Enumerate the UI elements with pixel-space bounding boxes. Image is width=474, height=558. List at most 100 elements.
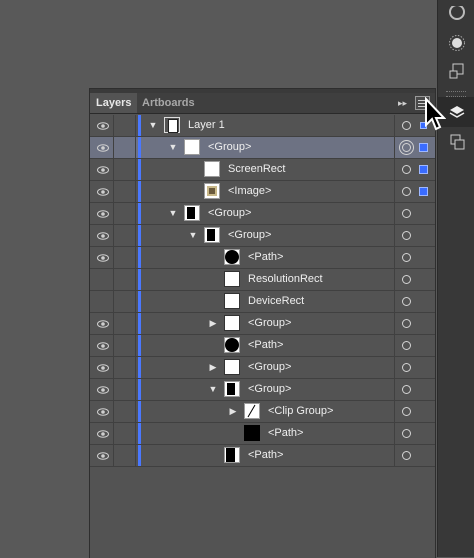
visibility-eye-icon[interactable]	[92, 445, 114, 466]
target-circle-icon[interactable]	[402, 363, 411, 372]
layer-row[interactable]: <Path>	[90, 445, 435, 467]
target-circle-icon[interactable]	[402, 231, 411, 240]
layer-row[interactable]: ▼ <Group>	[90, 379, 435, 401]
lock-toggle[interactable]	[114, 445, 136, 466]
layer-name[interactable]: <Group>	[208, 203, 251, 224]
expanded-arrow-icon[interactable]: ▼	[187, 225, 199, 246]
lock-toggle[interactable]	[114, 181, 136, 202]
expanded-arrow-icon[interactable]: ▼	[147, 115, 159, 136]
collapsed-arrow-icon[interactable]: ▶	[207, 313, 219, 334]
lock-toggle[interactable]	[114, 401, 136, 422]
lock-toggle[interactable]	[114, 203, 136, 224]
target-circle-icon[interactable]	[402, 253, 411, 262]
target-circle-icon[interactable]	[402, 275, 411, 284]
target-circle-icon[interactable]	[402, 319, 411, 328]
target-circle-icon[interactable]	[402, 451, 411, 460]
tab-artboards[interactable]: Artboards	[136, 93, 201, 113]
lock-toggle[interactable]	[114, 379, 136, 400]
layer-row[interactable]: <Image>	[90, 181, 435, 203]
visibility-eye-icon[interactable]	[92, 313, 114, 334]
visibility-eye-icon[interactable]	[92, 159, 114, 180]
collapsed-arrow-icon[interactable]: ▶	[207, 357, 219, 378]
layer-name[interactable]: Layer 1	[188, 115, 225, 136]
target-circle-icon[interactable]	[402, 429, 411, 438]
layer-row[interactable]: ▼ Layer 1	[90, 115, 435, 137]
layer-row[interactable]: ▶ <Group>	[90, 313, 435, 335]
layer-row[interactable]: ▼ <Group>	[90, 137, 435, 159]
layer-row[interactable]: ▶ <Clip Group>	[90, 401, 435, 423]
layer-row[interactable]: ResolutionRect	[90, 269, 435, 291]
expanded-arrow-icon[interactable]: ▼	[167, 137, 179, 158]
selection-indicator[interactable]	[419, 143, 428, 152]
layer-name[interactable]: DeviceRect	[248, 291, 304, 312]
target-circle-icon[interactable]	[402, 121, 411, 130]
layer-row[interactable]: <Path>	[90, 247, 435, 269]
visibility-eye-icon[interactable]	[92, 423, 114, 444]
visibility-toggle-empty[interactable]	[92, 291, 114, 312]
expanded-arrow-icon[interactable]: ▼	[207, 379, 219, 400]
layer-row[interactable]: <Path>	[90, 423, 435, 445]
tab-layers[interactable]: Layers	[90, 93, 138, 113]
layer-row[interactable]: DeviceRect	[90, 291, 435, 313]
layer-color-bar	[138, 291, 141, 312]
lock-toggle[interactable]	[114, 225, 136, 246]
visibility-eye-icon[interactable]	[92, 379, 114, 400]
visibility-eye-icon[interactable]	[92, 115, 114, 136]
target-circle-icon[interactable]	[402, 297, 411, 306]
visibility-eye-icon[interactable]	[92, 357, 114, 378]
layer-name[interactable]: <Path>	[268, 423, 303, 444]
lock-toggle[interactable]	[114, 423, 136, 444]
lock-toggle[interactable]	[114, 159, 136, 180]
target-circle-icon[interactable]	[402, 165, 411, 174]
visibility-eye-icon[interactable]	[92, 335, 114, 356]
visibility-eye-icon[interactable]	[92, 203, 114, 224]
layer-row[interactable]: ScreenRect	[90, 159, 435, 181]
layer-row[interactable]: ▼ <Group>	[90, 203, 435, 225]
lock-toggle[interactable]	[114, 313, 136, 334]
layer-name[interactable]: <Group>	[248, 313, 291, 334]
layer-color-bar	[138, 269, 141, 290]
layer-name[interactable]: <Path>	[248, 247, 283, 268]
layer-name[interactable]: ScreenRect	[228, 159, 285, 180]
lock-toggle[interactable]	[114, 357, 136, 378]
lock-toggle[interactable]	[114, 269, 136, 290]
layer-name[interactable]: <Group>	[208, 137, 251, 158]
layer-name[interactable]: <Group>	[248, 357, 291, 378]
layer-thumbnail	[224, 359, 240, 375]
target-circle-icon[interactable]	[402, 209, 411, 218]
collapsed-arrow-icon[interactable]: ▶	[227, 401, 239, 422]
layer-name[interactable]: <Path>	[248, 335, 283, 356]
layer-row[interactable]: <Path>	[90, 335, 435, 357]
brightness-icon[interactable]	[438, 28, 474, 58]
layer-name[interactable]: <Image>	[228, 181, 271, 202]
layer-name[interactable]: <Group>	[228, 225, 271, 246]
selection-indicator[interactable]	[419, 187, 428, 196]
expanded-arrow-icon[interactable]: ▼	[167, 203, 179, 224]
collapse-panel-icon[interactable]: ▸▸	[398, 93, 407, 113]
target-circle-icon[interactable]	[402, 187, 411, 196]
target-circle-icon[interactable]	[399, 140, 414, 155]
lock-toggle[interactable]	[114, 291, 136, 312]
visibility-toggle-empty[interactable]	[92, 269, 114, 290]
visibility-eye-icon[interactable]	[92, 181, 114, 202]
lock-toggle[interactable]	[114, 335, 136, 356]
lock-toggle[interactable]	[114, 137, 136, 158]
lock-toggle[interactable]	[114, 115, 136, 136]
color-wheel-icon[interactable]	[438, 0, 474, 30]
layer-row[interactable]: ▼ <Group>	[90, 225, 435, 247]
visibility-eye-icon[interactable]	[92, 401, 114, 422]
layer-name[interactable]: ResolutionRect	[248, 269, 323, 290]
visibility-eye-icon[interactable]	[92, 137, 114, 158]
layer-name[interactable]: <Group>	[248, 379, 291, 400]
visibility-eye-icon[interactable]	[92, 247, 114, 268]
layer-name[interactable]: <Path>	[248, 445, 283, 466]
layer-row[interactable]: ▶ <Group>	[90, 357, 435, 379]
transform-icon[interactable]	[438, 56, 474, 86]
target-circle-icon[interactable]	[402, 385, 411, 394]
target-circle-icon[interactable]	[402, 407, 411, 416]
lock-toggle[interactable]	[114, 247, 136, 268]
layer-name[interactable]: <Clip Group>	[268, 401, 333, 422]
visibility-eye-icon[interactable]	[92, 225, 114, 246]
target-circle-icon[interactable]	[402, 341, 411, 350]
selection-indicator[interactable]	[419, 165, 428, 174]
